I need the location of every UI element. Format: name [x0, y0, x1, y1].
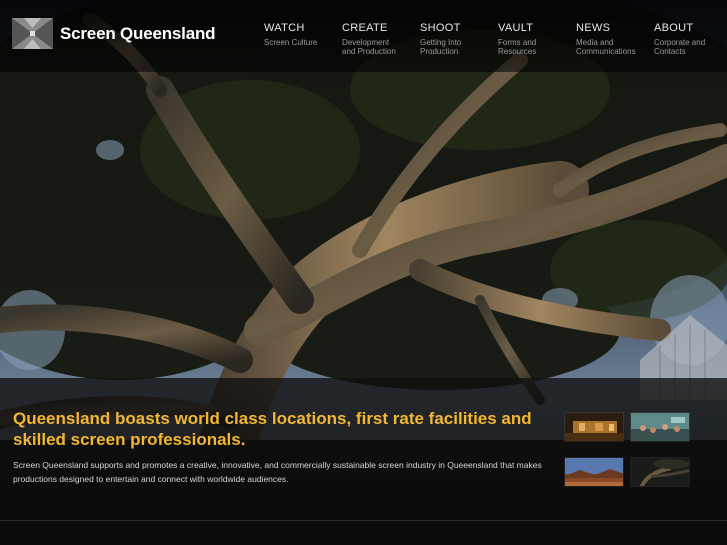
- nav-item-vault[interactable]: VAULT Forms and Resources: [498, 22, 576, 56]
- nav-subtitle: Media and Communications: [576, 38, 636, 56]
- nav-subtitle: Corporate and Contacts: [654, 38, 706, 56]
- thumbnail-2[interactable]: [630, 412, 690, 442]
- brand-name: Screen Queensland: [60, 23, 216, 43]
- nav-title: NEWS: [576, 22, 611, 34]
- tree-night-thumbnail-image: [631, 458, 689, 486]
- nav-title: ABOUT: [654, 22, 694, 34]
- nav-title: VAULT: [498, 22, 534, 34]
- stage-set-thumbnail-image: [565, 413, 623, 441]
- nav-title: SHOOT: [420, 22, 461, 34]
- outback-landscape-thumbnail-image: [565, 458, 623, 486]
- nav-item-watch[interactable]: WATCH Screen Culture: [264, 22, 342, 56]
- nav-item-about[interactable]: ABOUT Corporate and Contacts: [654, 22, 727, 56]
- screen-queensland-logo-icon: [12, 18, 53, 49]
- feature-description: Screen Queensland supports and promotes …: [13, 460, 542, 484]
- feature-panel: Queensland boasts world class locations,…: [0, 378, 727, 520]
- nav-subtitle: Forms and Resources: [498, 38, 537, 56]
- main-nav: WATCH Screen Culture CREATE Development …: [264, 22, 727, 56]
- thumbnail-3[interactable]: [564, 457, 624, 487]
- nav-item-news[interactable]: NEWS Media and Communications: [576, 22, 654, 56]
- footer-bar: [0, 520, 727, 545]
- feature-headline: Queensland boasts world class locations,…: [13, 409, 532, 449]
- thumbnail-1[interactable]: [564, 412, 624, 442]
- nav-title: WATCH: [264, 22, 305, 34]
- site-logo[interactable]: Screen Queensland: [12, 18, 216, 49]
- nav-subtitle: Getting Into Production: [420, 38, 462, 56]
- nav-subtitle: Development and Production: [342, 38, 396, 56]
- nav-title: CREATE: [342, 22, 388, 34]
- nav-item-create[interactable]: CREATE Development and Production: [342, 22, 420, 56]
- crowd-scene-thumbnail-image: [631, 413, 689, 441]
- thumbnail-4[interactable]: [630, 457, 690, 487]
- nav-subtitle: Screen Culture: [264, 38, 318, 47]
- nav-item-shoot[interactable]: SHOOT Getting Into Production: [420, 22, 498, 56]
